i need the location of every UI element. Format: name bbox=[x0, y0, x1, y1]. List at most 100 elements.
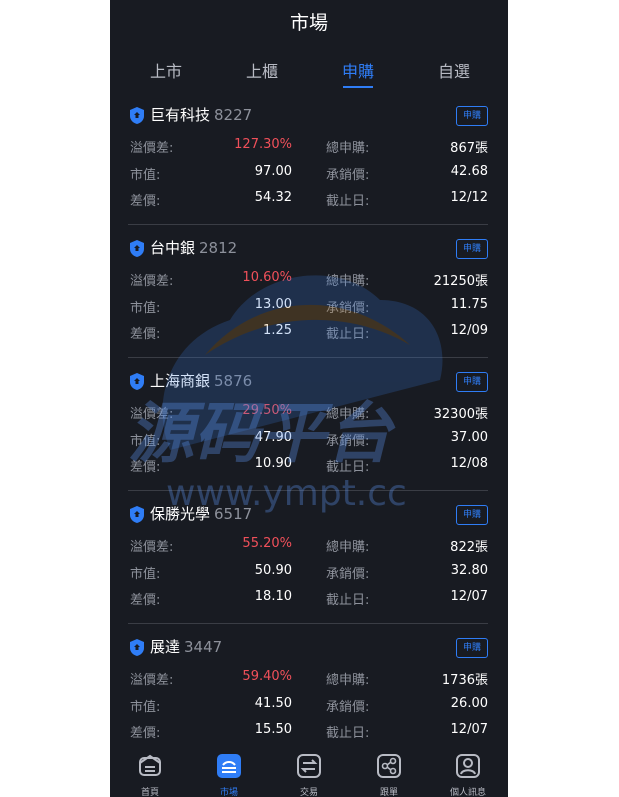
subscribe-button[interactable]: 申購 bbox=[456, 106, 488, 126]
underwriting-price-label: 承銷價: bbox=[326, 168, 370, 183]
spread-label: 差價: bbox=[130, 726, 161, 741]
nav-home-label: 首頁 bbox=[140, 788, 159, 797]
subscribe-button[interactable]: 申購 bbox=[456, 372, 488, 392]
total-subscription-value: 822張 bbox=[450, 540, 488, 555]
stock-name-wrap: 台中銀 2812 bbox=[150, 237, 237, 258]
market-icon bbox=[217, 754, 241, 778]
tab-watchlist[interactable]: 自選 bbox=[424, 58, 484, 84]
underwriting-price-label: 承銷價: bbox=[326, 434, 370, 449]
total-subscription-value: 1736張 bbox=[441, 673, 488, 688]
info-row: 溢價差: 59.40% 總申購: 1736張 bbox=[130, 669, 488, 689]
underwriting-price-value: 32.80 bbox=[450, 563, 488, 578]
stock-card-header: 台中銀 2812 申購 bbox=[128, 235, 488, 261]
bottom-nav: 首頁 市場 交易 跟單 個人訊息 bbox=[110, 749, 508, 797]
subscribe-button[interactable]: 申購 bbox=[456, 505, 488, 525]
stock-name: 上海商銀 bbox=[150, 372, 211, 390]
market-tabs: 上市 上櫃 申購 自選 bbox=[110, 46, 508, 92]
deadline-value: 12/09 bbox=[450, 323, 488, 338]
info-row: 市值: 97.00 承銷價: 42.68 bbox=[130, 164, 488, 184]
total-subscription-label: 總申購: bbox=[326, 673, 370, 688]
info-row: 溢價差: 55.20% 總申購: 822張 bbox=[130, 536, 488, 556]
nav-market[interactable]: 市場 bbox=[199, 753, 259, 797]
stock-name-wrap: 展達 3447 bbox=[150, 636, 222, 657]
spread-label: 差價: bbox=[130, 327, 161, 342]
nav-profile[interactable]: 個人訊息 bbox=[438, 753, 498, 797]
market-value-label: 市值: bbox=[130, 168, 161, 183]
tab-listed[interactable]: 上市 bbox=[136, 58, 196, 84]
nav-profile-label: 個人訊息 bbox=[449, 788, 486, 797]
spread-value: 1.25 bbox=[263, 323, 292, 338]
info-row: 市值: 47.90 承銷價: 37.00 bbox=[130, 430, 488, 450]
underwriting-price-value: 37.00 bbox=[450, 430, 488, 445]
tab-subscription[interactable]: 申購 bbox=[328, 58, 388, 88]
spread-value: 15.50 bbox=[254, 722, 292, 737]
shield-icon bbox=[130, 506, 144, 523]
info-row: 市值: 50.90 承銷價: 32.80 bbox=[130, 563, 488, 583]
spread-value: 18.10 bbox=[254, 589, 292, 604]
deadline-label: 截止日: bbox=[326, 593, 370, 608]
exchange-icon bbox=[297, 754, 321, 778]
total-subscription-label: 總申購: bbox=[326, 540, 370, 555]
market-value-label: 市值: bbox=[130, 301, 161, 316]
premium-label: 溢價差: bbox=[130, 141, 174, 156]
spread-label: 差價: bbox=[130, 460, 161, 475]
premium-label: 溢價差: bbox=[130, 673, 174, 688]
stock-card-header: 巨有科技 8227 申購 bbox=[128, 102, 488, 128]
underwriting-price-label: 承銷價: bbox=[326, 301, 370, 316]
underwriting-price-label: 承銷價: bbox=[326, 700, 370, 715]
spread-value: 54.32 bbox=[254, 190, 292, 205]
stock-name-wrap: 保勝光學 6517 bbox=[150, 503, 252, 524]
stock-card[interactable]: 台中銀 2812 申購 溢價差: 10.60% 總申購: 21250張 市值: 1… bbox=[128, 225, 488, 358]
info-row: 市值: 41.50 承銷價: 26.00 bbox=[130, 696, 488, 716]
stock-card[interactable]: 保勝光學 6517 申購 溢價差: 55.20% 總申購: 822張 市值: 50… bbox=[128, 491, 488, 624]
subscribe-button[interactable]: 申購 bbox=[456, 638, 488, 658]
underwriting-price-label: 承銷價: bbox=[326, 567, 370, 582]
subscribe-button[interactable]: 申購 bbox=[456, 239, 488, 259]
stock-code: 6517 bbox=[214, 505, 253, 523]
stock-code: 5876 bbox=[214, 372, 253, 390]
deadline-value: 12/07 bbox=[450, 589, 488, 604]
stock-name-wrap: 上海商銀 5876 bbox=[150, 370, 252, 391]
stock-card[interactable]: 上海商銀 5876 申購 溢價差: 29.50% 總申購: 32300張 市值: … bbox=[128, 358, 488, 491]
page-title: 市場 bbox=[289, 12, 328, 34]
market-value-label: 市值: bbox=[130, 434, 161, 449]
info-row: 差價: 10.90 截止日: 12/08 bbox=[130, 456, 488, 476]
market-value: 41.50 bbox=[254, 696, 292, 711]
stock-code: 2812 bbox=[199, 239, 238, 257]
stock-card[interactable]: 展達 3447 申購 溢價差: 59.40% 總申購: 1736張 市值: 41.… bbox=[128, 624, 488, 749]
spread-label: 差價: bbox=[130, 194, 161, 209]
deadline-label: 截止日: bbox=[326, 194, 370, 209]
shield-icon bbox=[130, 240, 144, 257]
info-row: 差價: 54.32 截止日: 12/12 bbox=[130, 190, 488, 210]
premium-value: 59.40% bbox=[242, 669, 292, 684]
tab-otc[interactable]: 上櫃 bbox=[232, 58, 292, 84]
nav-home[interactable]: 首頁 bbox=[120, 753, 180, 797]
premium-label: 溢價差: bbox=[130, 407, 174, 422]
nav-trade[interactable]: 交易 bbox=[279, 753, 339, 797]
stock-card[interactable]: 巨有科技 8227 申購 溢價差: 127.30% 總申購: 867張 市值: 9… bbox=[128, 92, 488, 225]
premium-value: 127.30% bbox=[234, 137, 292, 152]
stock-code: 3447 bbox=[184, 638, 223, 656]
total-subscription-value: 21250張 bbox=[433, 274, 488, 289]
deadline-label: 截止日: bbox=[326, 327, 370, 342]
stock-card-header: 保勝光學 6517 申購 bbox=[128, 501, 488, 527]
share-icon bbox=[377, 754, 401, 778]
nav-copytrade[interactable]: 跟單 bbox=[359, 753, 419, 797]
premium-label: 溢價差: bbox=[130, 274, 174, 289]
stock-name: 保勝光學 bbox=[150, 505, 211, 523]
market-value: 47.90 bbox=[254, 430, 292, 445]
premium-value: 29.50% bbox=[242, 403, 292, 418]
stock-name: 台中銀 bbox=[150, 239, 196, 257]
premium-value: 55.20% bbox=[242, 536, 292, 551]
market-value: 50.90 bbox=[254, 563, 292, 578]
stock-card-header: 上海商銀 5876 申購 bbox=[128, 368, 488, 394]
info-row: 溢價差: 127.30% 總申購: 867張 bbox=[130, 137, 488, 157]
info-row: 差價: 15.50 截止日: 12/07 bbox=[130, 722, 488, 742]
market-value-label: 市值: bbox=[130, 567, 161, 582]
stock-code: 8227 bbox=[214, 106, 253, 124]
premium-value: 10.60% bbox=[242, 270, 292, 285]
deadline-label: 截止日: bbox=[326, 460, 370, 475]
shield-icon bbox=[130, 373, 144, 390]
app-screen: 市場 上市 上櫃 申購 自選 巨有科技 8227 申購 溢價差: 127.30% … bbox=[110, 0, 508, 797]
shield-icon bbox=[130, 107, 144, 124]
